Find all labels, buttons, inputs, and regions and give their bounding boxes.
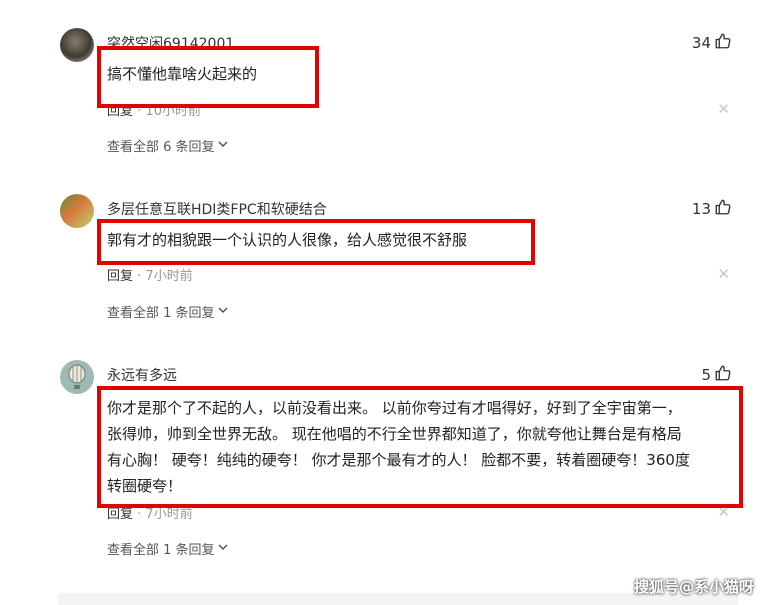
view-replies-label: 查看全部 6 条回复: [107, 140, 215, 155]
like-button[interactable]: 5: [701, 364, 732, 386]
avatar[interactable]: [60, 360, 94, 394]
balloon-icon: [68, 364, 86, 389]
reply-button[interactable]: 回复: [107, 507, 133, 522]
like-count: 13: [691, 200, 711, 218]
avatar[interactable]: [60, 194, 94, 228]
username[interactable]: 多层任意互联HDI类FPC和软硬结合: [107, 199, 327, 219]
highlight-box: [97, 386, 743, 508]
close-icon[interactable]: ✕: [717, 265, 730, 283]
username[interactable]: 永远有多远: [107, 365, 177, 385]
comment-meta: 回复 · 7小时前: [107, 265, 193, 284]
timestamp: · 7小时前: [137, 507, 193, 522]
chevron-down-icon: [217, 138, 229, 154]
view-replies-button[interactable]: 查看全部 1 条回复: [107, 539, 229, 558]
chevron-down-icon: [217, 304, 229, 320]
watermark: 搜狐号@系小猫呀: [633, 578, 754, 596]
highlight-box: [97, 219, 535, 265]
thumbs-up-icon: [714, 32, 732, 54]
timestamp: · 7小时前: [137, 269, 193, 284]
view-replies-label: 查看全部 1 条回复: [107, 543, 215, 558]
view-replies-button[interactable]: 查看全部 6 条回复: [107, 136, 229, 155]
avatar[interactable]: [60, 28, 94, 62]
like-button[interactable]: 34: [692, 32, 732, 54]
thumbs-up-icon: [714, 364, 732, 386]
thumbs-up-icon: [714, 198, 732, 220]
like-count: 34: [691, 34, 711, 52]
view-replies-label: 查看全部 1 条回复: [107, 306, 215, 321]
like-button[interactable]: 13: [692, 198, 732, 220]
view-replies-button[interactable]: 查看全部 1 条回复: [107, 302, 229, 321]
highlight-box: [97, 46, 319, 108]
chevron-down-icon: [217, 541, 229, 557]
like-count: 5: [701, 366, 711, 384]
close-icon[interactable]: ✕: [717, 100, 730, 118]
reply-button[interactable]: 回复: [107, 269, 133, 284]
